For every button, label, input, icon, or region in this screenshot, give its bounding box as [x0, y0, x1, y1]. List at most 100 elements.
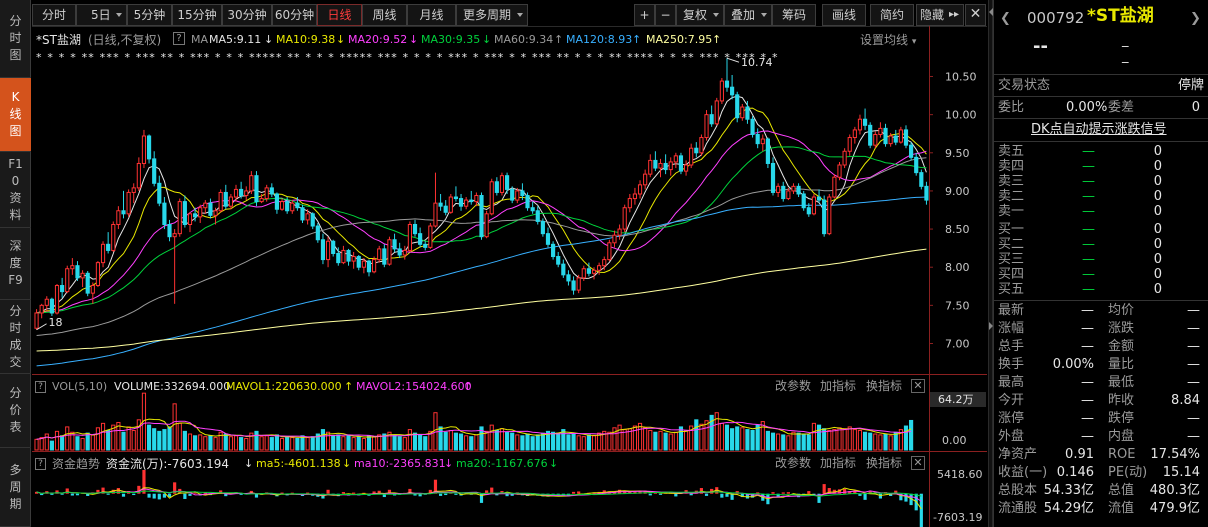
stat-row: 换手 0.00% 量比 — [998, 357, 1204, 373]
candle-body [806, 207, 811, 215]
stat-label: 总手 [998, 339, 1025, 354]
candle-body [80, 272, 85, 279]
candle-body [106, 243, 111, 251]
volume-bar [694, 419, 699, 451]
volume-bar [146, 424, 152, 451]
status-value: 停牌 [1177, 78, 1204, 93]
volume-bar [852, 429, 857, 451]
candles [34, 58, 929, 330]
volume-bar [162, 429, 167, 451]
flow-bar [843, 488, 847, 494]
candle-body [540, 220, 545, 235]
stat-label: 净资产 [998, 447, 1038, 462]
volume-bar [683, 429, 689, 451]
flow-bar [781, 492, 785, 494]
flow-bars [34, 470, 923, 527]
volume-bar [254, 430, 259, 451]
side-tab-timeshare[interactable]: 分时图 [0, 0, 31, 78]
stock-code: 000792 [1027, 9, 1085, 27]
chevron-left-icon[interactable]: ❮ [1000, 12, 1011, 26]
candle-body [489, 181, 494, 215]
candle-body [320, 239, 326, 261]
stat-label: 金额 [1108, 339, 1135, 354]
stat-label: ROE [1108, 447, 1136, 462]
bid-row: 买二 — 0 [998, 237, 1204, 253]
candle-body [152, 158, 157, 184]
dk-signal-link[interactable]: DK点自动提示涨跌信号 [1031, 123, 1167, 137]
flow-params-button[interactable]: 改参数 [775, 456, 811, 470]
stat-value: 0.146 [1056, 465, 1094, 480]
flow-bar [863, 493, 867, 500]
candle-body [683, 164, 689, 172]
candle-body [668, 161, 673, 171]
volume-bar [310, 436, 315, 451]
flow-bar [919, 493, 923, 527]
level-price: — [1082, 174, 1095, 189]
flow-bar [444, 493, 448, 496]
level-price: — [1082, 204, 1095, 219]
candle-body [208, 202, 213, 216]
vol-add-indicator-button[interactable]: 加指标 [820, 379, 856, 393]
help-icon[interactable]: ? [35, 458, 46, 470]
volume-bar [198, 434, 203, 451]
vol-swap-indicator-button[interactable]: 换指标 [866, 379, 902, 393]
stat-label: 流值 [1108, 501, 1135, 516]
side-tab-bar: 分时图 K线图 F10资料 深度F9 分时成交 分价表 多周期 [0, 0, 31, 527]
level-volume: 0 [1153, 159, 1162, 174]
flow-close-icon[interactable]: ✕ [911, 456, 925, 470]
level-volume: 0 [1153, 237, 1162, 252]
volume-bar [903, 425, 909, 451]
side-tab-price-table[interactable]: 分价表 [0, 374, 31, 448]
vol-close-icon[interactable]: ✕ [911, 379, 925, 393]
stat-value: 480.3亿 [1149, 483, 1200, 498]
level-label: 卖四 [998, 159, 1025, 174]
stat-value: 0.00% [1052, 357, 1094, 372]
side-tab-ticks[interactable]: 分时成交 [0, 300, 31, 374]
candle-body [816, 196, 822, 201]
ask-row: 卖四 — 0 [998, 159, 1204, 175]
side-tab-depth[interactable]: 深度F9 [0, 228, 31, 300]
flow-swap-indicator-button[interactable]: 换指标 [866, 456, 902, 470]
ask-row: 卖三 — 0 [998, 174, 1204, 190]
candle-body [274, 193, 280, 210]
side-tab-multi-period[interactable]: 多周期 [0, 448, 31, 527]
candle-body [111, 223, 116, 251]
status-label: 交易状态 [998, 78, 1051, 93]
candle-body [760, 138, 765, 145]
side-tab-kline[interactable]: K线图 [0, 78, 31, 152]
level-label: 买一 [998, 222, 1025, 237]
vol-axis-top: 64.2万 [938, 393, 974, 406]
volume-bar [873, 433, 878, 451]
chevron-right-icon[interactable]: ❯ [1190, 12, 1201, 26]
volume-bar [407, 429, 412, 451]
volume-bar [862, 431, 868, 451]
stat-label: 总股本 [998, 483, 1038, 498]
candle-body [126, 191, 131, 215]
candle-body [776, 185, 781, 193]
help-icon[interactable]: ? [35, 381, 46, 393]
candle-body [811, 196, 817, 215]
volume-bar [530, 436, 535, 451]
volume-bar [878, 434, 883, 451]
candle-body [724, 80, 730, 88]
divider [994, 300, 1208, 301]
candle-body [617, 228, 622, 236]
vol-params-button[interactable]: 改参数 [775, 379, 811, 393]
candle-body [622, 207, 627, 230]
flow-bar [147, 493, 151, 498]
volume-bar [448, 429, 453, 451]
volume-bar [765, 430, 770, 451]
candle-body [269, 187, 274, 195]
volume-bar [453, 432, 459, 451]
stat-label: 换手 [998, 357, 1025, 372]
candle-body [745, 106, 750, 120]
candle-body [218, 191, 223, 212]
side-tab-f10[interactable]: F10资料 [0, 152, 31, 228]
volume-bar [239, 437, 244, 451]
volume-bar [668, 433, 673, 451]
volume-bar [336, 434, 341, 451]
flow-add-indicator-button[interactable]: 加指标 [820, 456, 856, 470]
volume-bar [213, 437, 218, 451]
level-volume: 0 [1153, 189, 1162, 204]
kline-chart[interactable]: 10.50 10.00 9.50 9.00 8.50 8.00 7.50 7.00 64.2万 0… [32, 0, 987, 527]
